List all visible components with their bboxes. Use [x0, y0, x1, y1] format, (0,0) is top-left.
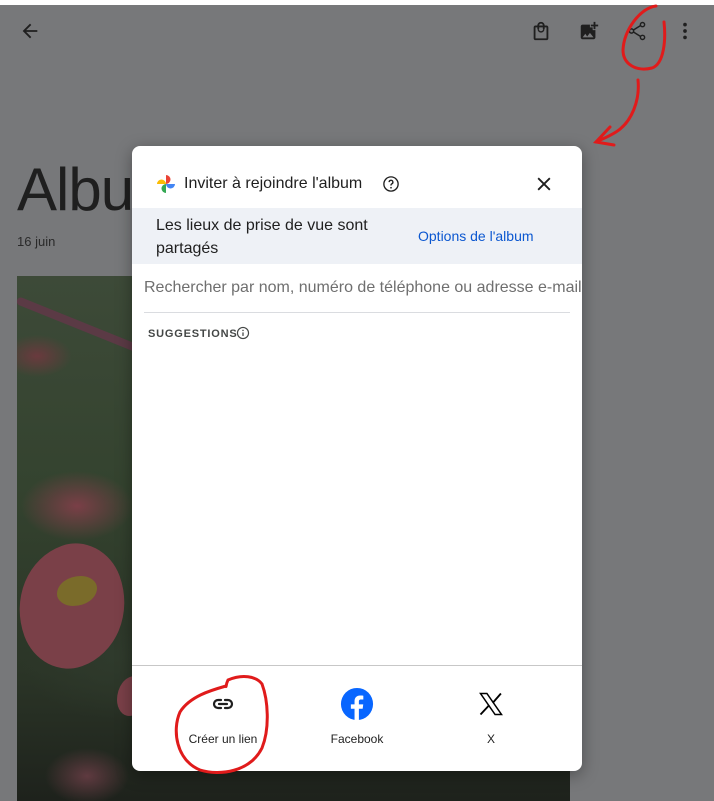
invite-dialog: Inviter à rejoindre l'album Les lieux de…: [132, 146, 582, 771]
info-icon[interactable]: [236, 326, 250, 340]
share-icon: [628, 21, 646, 41]
facebook-icon: [340, 687, 374, 721]
order-photos-button[interactable]: [529, 19, 553, 43]
arrow-back-icon: [22, 23, 38, 39]
dialog-title: Inviter à rejoindre l'album: [184, 175, 363, 192]
search-divider: [144, 312, 570, 313]
album-options-link[interactable]: Options de l'album: [418, 228, 534, 244]
help-icon[interactable]: [382, 175, 400, 193]
top-strip: [0, 0, 714, 5]
footer-divider: [132, 665, 582, 666]
add-photo-icon: [580, 21, 599, 40]
x-label: X: [486, 732, 495, 746]
x-share-button[interactable]: X: [431, 686, 551, 756]
more-vert-icon: [683, 22, 687, 40]
add-photos-button[interactable]: [577, 19, 601, 43]
photo-flower: [17, 530, 145, 682]
more-options-button[interactable]: [673, 19, 697, 43]
location-notice: Les lieux de prise de vue sont partagés …: [132, 208, 582, 264]
facebook-label: Facebook: [330, 732, 384, 746]
back-button[interactable]: [18, 19, 42, 43]
google-photos-logo-icon: [157, 175, 175, 193]
close-button[interactable]: [532, 172, 556, 196]
create-link-label: Créer un lien: [188, 732, 258, 746]
suggestions-label: SUGGESTIONS: [148, 328, 238, 340]
notice-text: Les lieux de prise de vue sont partagés: [156, 217, 368, 257]
search-input[interactable]: [144, 276, 582, 300]
link-icon: [212, 698, 234, 710]
create-link-button[interactable]: Créer un lien: [163, 686, 283, 756]
shopping-bag-icon: [533, 21, 549, 41]
annotation-arrow: [594, 78, 640, 144]
x-logo-icon: [479, 692, 503, 716]
annotation-arrowhead: [592, 125, 616, 147]
album-date: 16 juin: [17, 234, 56, 249]
facebook-share-button[interactable]: Facebook: [297, 686, 417, 756]
share-button[interactable]: [625, 19, 649, 43]
close-icon: [537, 177, 551, 191]
dialog-header: Inviter à rejoindre l'album: [132, 146, 582, 208]
